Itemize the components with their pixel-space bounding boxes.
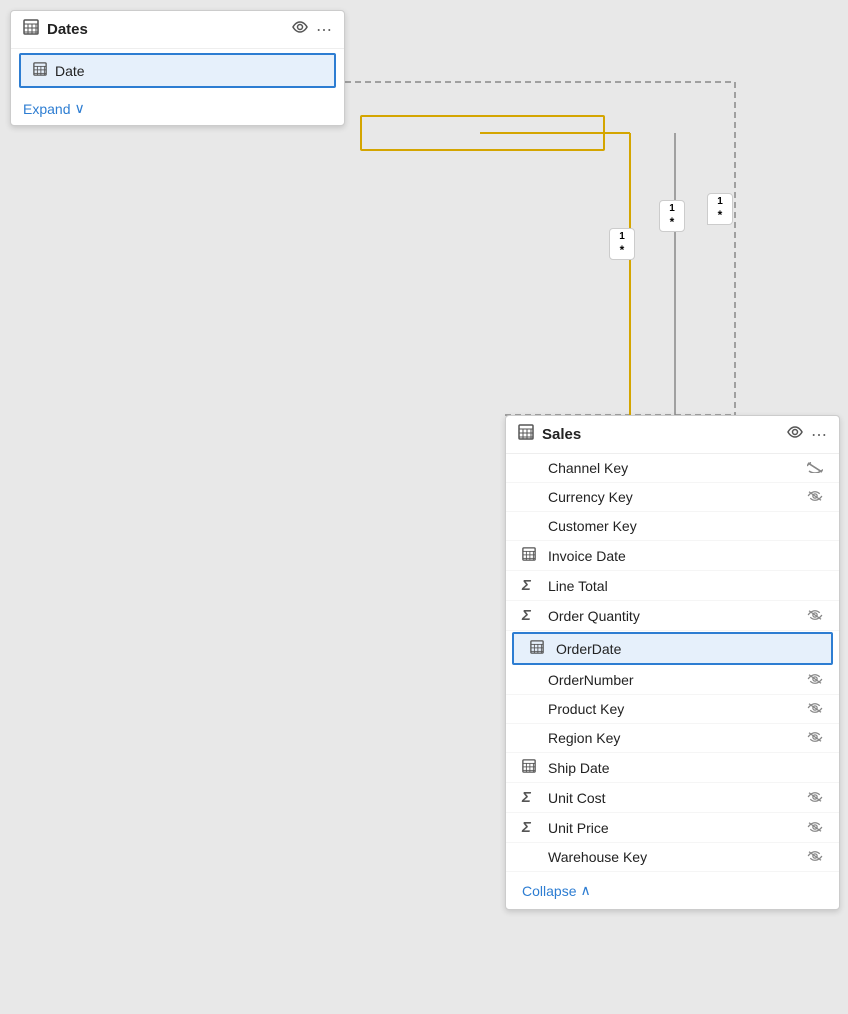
sales-more-icon[interactable]: ⋯ bbox=[811, 425, 827, 445]
ordernumber-hidden-icon bbox=[807, 672, 823, 688]
unit-cost-sigma-icon: Σ bbox=[522, 789, 540, 806]
collapse-label: Collapse bbox=[522, 883, 576, 899]
sales-item-ordernumber[interactable]: OrderNumber bbox=[506, 666, 839, 695]
unit-price-sigma-icon: Σ bbox=[522, 819, 540, 836]
unit-cost-label: Unit Cost bbox=[548, 790, 799, 806]
dates-title: Dates bbox=[47, 21, 284, 38]
sales-item-unit-cost[interactable]: Σ Unit Cost bbox=[506, 783, 839, 813]
line-total-sigma-icon: Σ bbox=[522, 577, 540, 594]
sales-item-ship-date[interactable]: Ship Date bbox=[506, 753, 839, 783]
sales-item-customer-key[interactable]: Customer Key bbox=[506, 512, 839, 541]
region-key-label: Region Key bbox=[548, 730, 799, 746]
dates-panel: Dates ⋯ Date bbox=[10, 10, 345, 126]
sales-panel-actions: ⋯ bbox=[787, 424, 827, 445]
region-key-hidden-icon bbox=[807, 730, 823, 746]
date-item-label: Date bbox=[55, 63, 85, 79]
cardinality-badge-1: 1 * bbox=[609, 228, 635, 260]
ordernumber-label: OrderNumber bbox=[548, 672, 799, 688]
invoice-date-label: Invoice Date bbox=[548, 548, 823, 564]
cardinality-badge-2: 1 * bbox=[659, 200, 685, 232]
order-quantity-hidden-icon bbox=[807, 608, 823, 624]
date-table-icon bbox=[33, 62, 47, 79]
channel-key-hidden-icon bbox=[807, 460, 823, 476]
product-key-label: Product Key bbox=[548, 701, 799, 717]
sales-item-line-total[interactable]: Σ Line Total bbox=[506, 571, 839, 601]
dates-visibility-icon[interactable] bbox=[292, 19, 308, 40]
orderdate-label: OrderDate bbox=[556, 641, 815, 657]
ship-date-table-icon bbox=[522, 759, 540, 776]
warehouse-key-hidden-icon bbox=[807, 849, 823, 865]
unit-price-hidden-icon bbox=[807, 820, 823, 836]
collapse-chevron-icon: ∧ bbox=[580, 882, 590, 899]
currency-key-label: Currency Key bbox=[548, 489, 799, 505]
customer-key-label: Customer Key bbox=[548, 518, 823, 534]
sales-item-orderdate[interactable]: OrderDate bbox=[512, 632, 833, 665]
expand-button[interactable]: Expand ∨ bbox=[11, 92, 344, 125]
line-total-label: Line Total bbox=[548, 578, 823, 594]
connection-indicator bbox=[360, 115, 605, 151]
sales-panel-header: Sales ⋯ bbox=[506, 416, 839, 454]
channel-key-label: Channel Key bbox=[548, 460, 799, 476]
sales-item-region-key[interactable]: Region Key bbox=[506, 724, 839, 753]
sales-panel: Sales ⋯ Channel Key Currency Key bbox=[505, 415, 840, 910]
sales-item-invoice-date[interactable]: Invoice Date bbox=[506, 541, 839, 571]
orderdate-table-icon bbox=[530, 640, 548, 657]
sales-table-icon bbox=[518, 424, 534, 445]
currency-key-hidden-icon bbox=[807, 489, 823, 505]
sales-item-product-key[interactable]: Product Key bbox=[506, 695, 839, 724]
expand-label: Expand bbox=[23, 101, 70, 117]
dates-more-icon[interactable]: ⋯ bbox=[316, 20, 332, 40]
product-key-hidden-icon bbox=[807, 701, 823, 717]
invoice-date-icon bbox=[522, 547, 540, 564]
sales-item-currency-key[interactable]: Currency Key bbox=[506, 483, 839, 512]
sales-visibility-icon[interactable] bbox=[787, 424, 803, 445]
cardinality-badge-3: 1 * bbox=[707, 193, 733, 225]
dates-item-date[interactable]: Date bbox=[19, 53, 336, 88]
sales-item-warehouse-key[interactable]: Warehouse Key bbox=[506, 843, 839, 872]
warehouse-key-label: Warehouse Key bbox=[548, 849, 799, 865]
ship-date-label: Ship Date bbox=[548, 760, 823, 776]
sales-item-unit-price[interactable]: Σ Unit Price bbox=[506, 813, 839, 843]
dates-panel-header: Dates ⋯ bbox=[11, 11, 344, 49]
dates-table-icon bbox=[23, 19, 39, 40]
unit-cost-hidden-icon bbox=[807, 790, 823, 806]
dates-panel-actions: ⋯ bbox=[292, 19, 332, 40]
expand-chevron-icon: ∨ bbox=[74, 100, 84, 117]
sales-item-channel-key[interactable]: Channel Key bbox=[506, 454, 839, 483]
sales-item-order-quantity[interactable]: Σ Order Quantity bbox=[506, 601, 839, 631]
order-quantity-sigma-icon: Σ bbox=[522, 607, 540, 624]
order-quantity-label: Order Quantity bbox=[548, 608, 799, 624]
unit-price-label: Unit Price bbox=[548, 820, 799, 836]
main-canvas: 1 * 1 * 1 * Dates bbox=[0, 0, 848, 1014]
sales-title: Sales bbox=[542, 426, 779, 443]
collapse-button[interactable]: Collapse ∧ bbox=[506, 872, 839, 909]
